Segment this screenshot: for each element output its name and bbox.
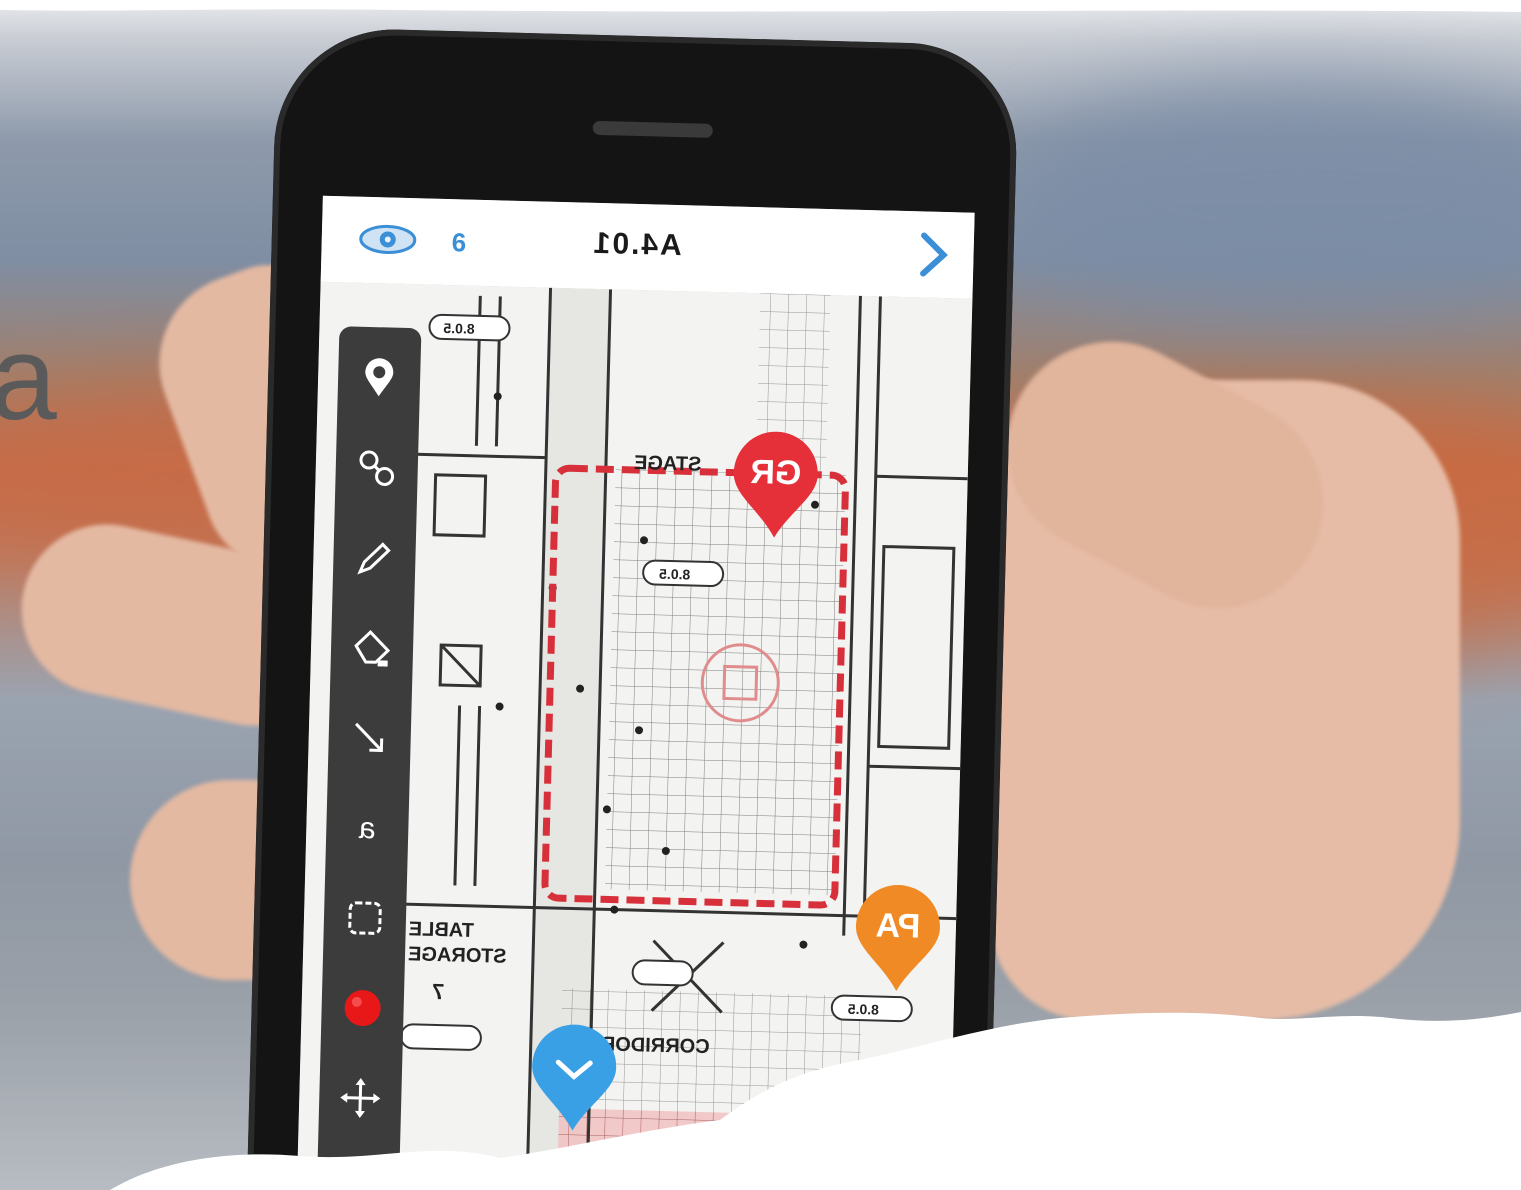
text-icon: a — [358, 812, 376, 845]
map-pin-icon — [532, 1024, 617, 1131]
tool-link[interactable] — [335, 426, 419, 510]
tool-pin[interactable] — [337, 336, 421, 420]
issue-pin-blue[interactable] — [526, 1021, 621, 1135]
phone-device: 6 A4.01 STAGE TABLE STORAGE CORRIDOR 8.0… — [246, 26, 1020, 1190]
tool-record[interactable] — [321, 966, 405, 1050]
cloud-shape-icon — [348, 901, 382, 935]
app-screen: 6 A4.01 STAGE TABLE STORAGE CORRIDOR 8.0… — [296, 195, 975, 1190]
link-icon — [359, 450, 395, 486]
svg-text:a: a — [358, 812, 376, 845]
room-tag: 8.0.5 — [443, 319, 475, 337]
tool-move[interactable] — [318, 1056, 402, 1140]
issue-pin-pa[interactable]: PA — [850, 882, 945, 996]
pin-label: GR — [749, 453, 802, 493]
label-table: TABLE — [408, 918, 475, 942]
room-number: 7 — [431, 978, 445, 1005]
photo-scene: a 6 A4.01 STAGE TABLE STORAGE CORRIDOR 8… — [0, 0, 1521, 1190]
tool-arrow[interactable] — [328, 696, 412, 780]
visible-layer-count: 6 — [451, 227, 467, 258]
side-heading-fragment: a — [0, 311, 57, 445]
pencil-icon — [357, 542, 391, 575]
record-icon — [344, 990, 381, 1027]
tool-cloud[interactable] — [323, 876, 407, 960]
phone-speaker — [592, 120, 713, 138]
location-pin-icon — [365, 358, 394, 397]
move-icon — [340, 1078, 381, 1119]
room-tag: 8.0.5 — [847, 1000, 880, 1018]
background-blur-blue — [1000, 80, 1521, 320]
eye-icon[interactable] — [357, 223, 418, 257]
issue-pin-gr[interactable]: GR — [728, 428, 823, 542]
pin-label: PA — [875, 906, 921, 946]
tool-highlighter[interactable] — [330, 606, 414, 690]
label-storage: STORAGE — [407, 943, 507, 968]
room-tag: 8.0.5 — [658, 565, 691, 583]
sheet-title[interactable]: A4.01 — [591, 227, 682, 263]
label-stage: STAGE — [633, 451, 702, 476]
arrow-icon — [354, 722, 384, 752]
chevron-right-icon[interactable] — [913, 229, 954, 280]
tool-pencil[interactable] — [332, 516, 416, 600]
highlighter-icon — [354, 630, 391, 667]
tool-text[interactable]: a — [325, 786, 409, 870]
